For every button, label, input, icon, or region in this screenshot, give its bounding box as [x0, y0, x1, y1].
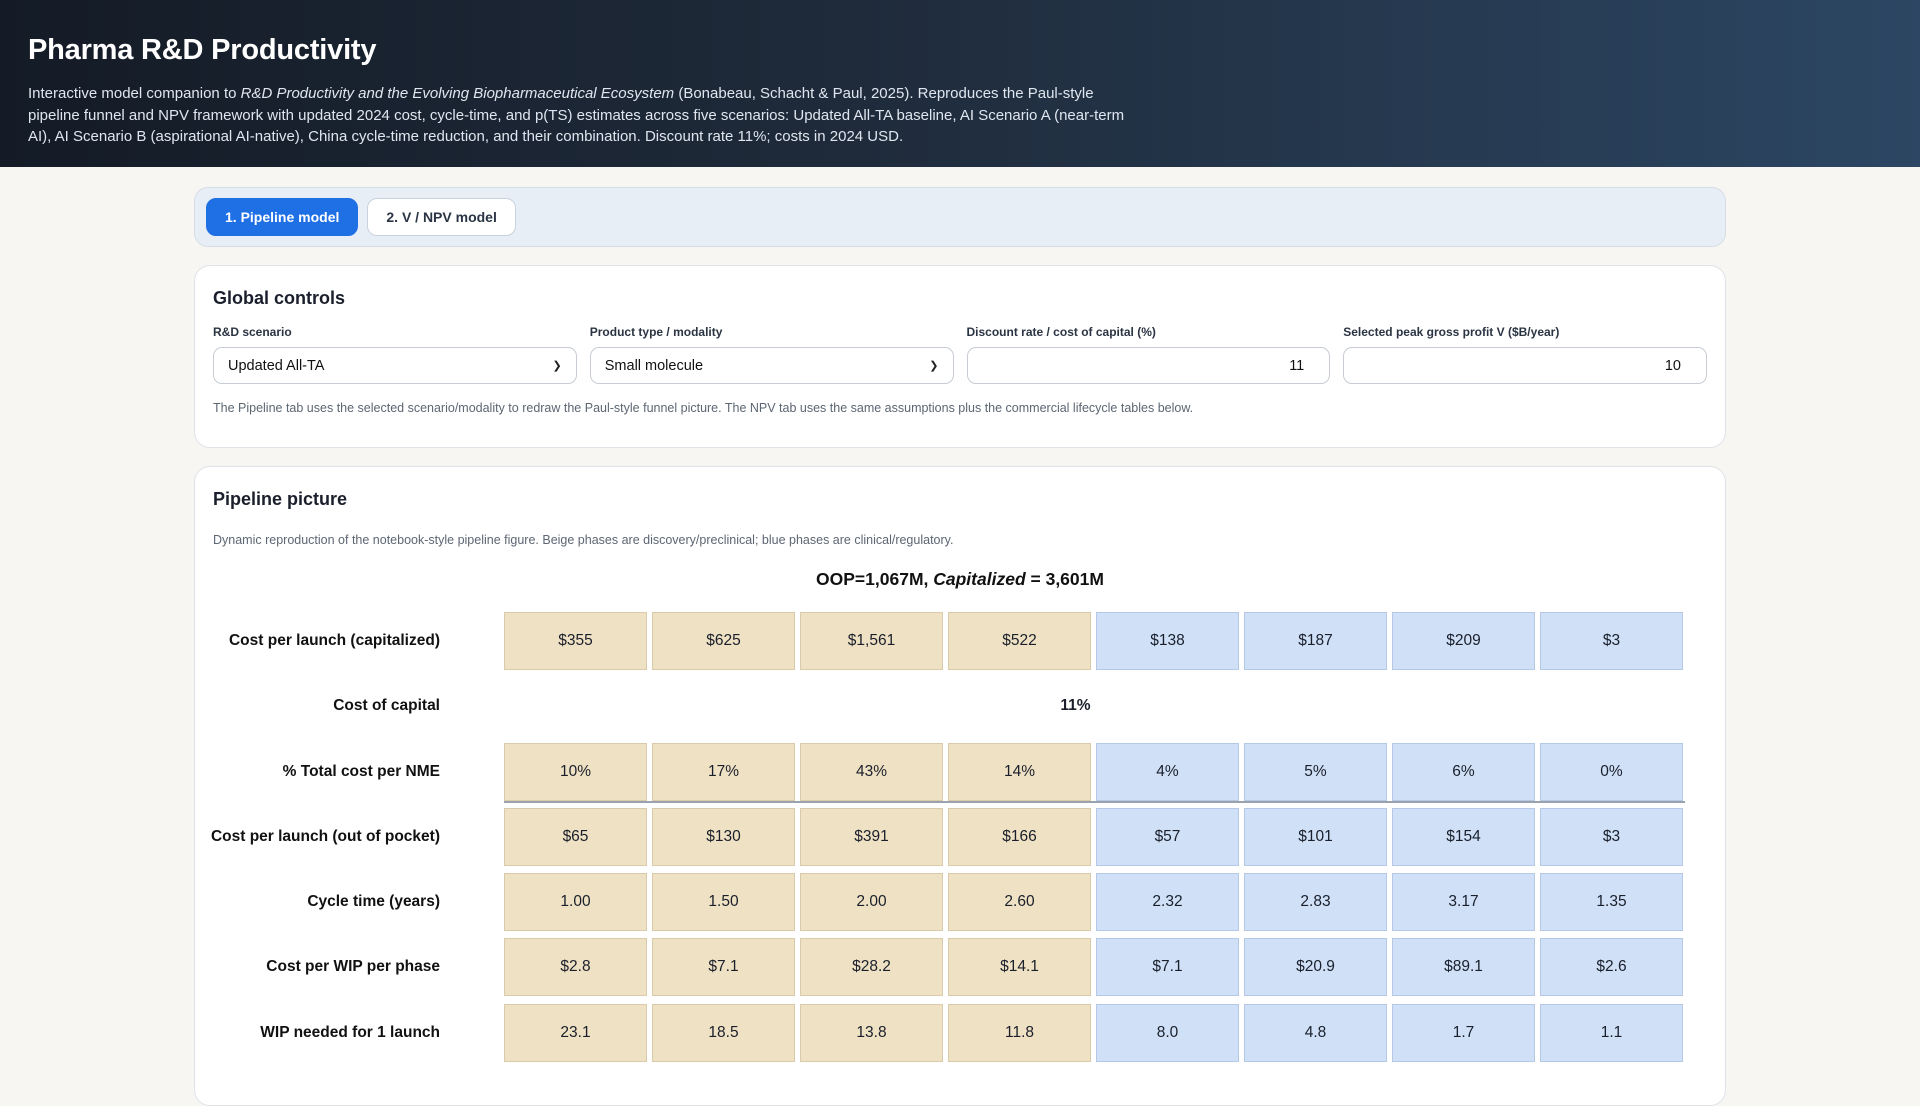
phase-cell: 6% [1392, 743, 1535, 801]
peak-profit-input[interactable]: 10 [1343, 347, 1707, 384]
phase-cell: 1.7 [1392, 1004, 1535, 1062]
modality-value: Small molecule [604, 357, 704, 374]
row-label: Cost per launch (out of pocket) [210, 828, 440, 845]
phase-cell: $7.1 [652, 938, 795, 996]
phase-cell: $57 [1096, 808, 1239, 866]
phase-cell: $20.9 [1244, 938, 1387, 996]
phase-cell: 2.83 [1244, 873, 1387, 931]
phase-cell: 0% [1540, 743, 1683, 801]
phase-cell: $130 [652, 808, 795, 866]
phase-cell: $522 [948, 612, 1091, 670]
modality-select[interactable]: Small molecule ❯ [589, 347, 954, 384]
phase-cell: 2.32 [1096, 873, 1239, 931]
capitalized-value: = 3,601M [1025, 569, 1104, 589]
row-label: % Total cost per NME [282, 763, 440, 780]
tab-pipeline-model[interactable]: 1. Pipeline model [206, 198, 359, 236]
phase-cell: 2.00 [800, 873, 943, 931]
phase-cell: $14.1 [948, 938, 1091, 996]
phase-cell: 2.60 [948, 873, 1091, 931]
phase-cell: 13.8 [800, 1004, 943, 1062]
phase-cell: 10% [504, 743, 647, 801]
phase-cell: $28.2 [800, 938, 943, 996]
phase-cell: $2.8 [504, 938, 647, 996]
tab-bar: 1. Pipeline model 2. V / NPV model [194, 187, 1726, 247]
row-label: Cost per launch (capitalized) [228, 632, 440, 649]
pipeline-row: % Total cost per NME 10% 17% 43% 14% 4% 5% 6% 0% [195, 743, 1725, 801]
phase-cell: 4.8 [1244, 1004, 1387, 1062]
cost-of-capital-row: Cost of capital 11% [195, 677, 1725, 735]
chevron-down-icon: ❯ [929, 360, 939, 372]
global-controls-title: Global controls [213, 288, 346, 308]
discount-rate-input[interactable]: 11 [966, 347, 1331, 384]
pipeline-divider [504, 801, 1685, 803]
phase-cell: 5% [1244, 743, 1387, 801]
scenario-select[interactable]: Updated All-TA ❯ [213, 347, 577, 384]
phase-cell: 17% [652, 743, 795, 801]
pipeline-picture-card: Pipeline picture Dynamic reproduction of… [194, 466, 1726, 1106]
paper-title: R&D Productivity and the Evolving Biopha… [240, 85, 675, 102]
capitalized-text: Capitalized [933, 569, 1026, 589]
chevron-down-icon: ❯ [552, 360, 562, 372]
global-controls-card: Global controls R&D scenario Updated All… [194, 265, 1726, 448]
page-title: Pharma R&D Productivity [28, 34, 377, 66]
phase-cell: $7.1 [1096, 938, 1239, 996]
page-header: Pharma R&D Productivity Interactive mode… [0, 0, 1920, 167]
description-text: Interactive model companion to [28, 85, 241, 102]
phase-cell: $209 [1392, 612, 1535, 670]
phase-cell: 1.50 [652, 873, 795, 931]
peak-profit-label: Selected peak gross profit V ($B/year) [1343, 325, 1560, 339]
phase-cell: 3.17 [1392, 873, 1535, 931]
pipeline-row: WIP needed for 1 launch 23.1 18.5 13.8 11.8 8… [195, 1004, 1725, 1062]
oop-text: OOP=1,067M, [816, 569, 934, 589]
phase-cell: $625 [652, 612, 795, 670]
phase-cell: 1.00 [504, 873, 647, 931]
phase-cell: $1,561 [800, 612, 943, 670]
phase-cell: $138 [1096, 612, 1239, 670]
modality-control: Product type / modality Small molecule ❯ [589, 325, 954, 384]
phase-cell: $154 [1392, 808, 1535, 866]
phase-cell: 1.1 [1540, 1004, 1683, 1062]
scenario-label: R&D scenario [213, 325, 292, 339]
phase-cell: 14% [948, 743, 1091, 801]
row-label: Cost of capital [333, 697, 440, 714]
phase-cell: $391 [800, 808, 943, 866]
pipeline-row: Cost per WIP per phase $2.8 $7.1 $28.2 $14.1… [195, 938, 1725, 996]
cost-of-capital-value: 11% [1060, 697, 1091, 714]
phase-cell: $2.6 [1540, 938, 1683, 996]
peak-profit-control: Selected peak gross profit V ($B/year) 1… [1343, 325, 1707, 384]
discount-control: Discount rate / cost of capital (%) 11 [966, 325, 1331, 384]
pipeline-row: Cost per launch (capitalized) $355 $625 $1,… [195, 612, 1725, 670]
oop-summary: OOP=1,067M, Capitalized = 3,601M [213, 569, 1707, 590]
row-label: Cost per WIP per phase [266, 958, 440, 975]
pipeline-subtitle: Dynamic reproduction of the notebook-sty… [213, 533, 954, 547]
scenario-value: Updated All-TA [228, 357, 325, 374]
row-label: WIP needed for 1 launch [260, 1024, 440, 1041]
tab-npv-model[interactable]: 2. V / NPV model [367, 198, 516, 236]
phase-cell: $3 [1540, 612, 1683, 670]
phase-cell: 1.35 [1540, 873, 1683, 931]
phase-cell: $3 [1540, 808, 1683, 866]
scenario-control: R&D scenario Updated All-TA ❯ [213, 325, 577, 384]
phase-cell: 18.5 [652, 1004, 795, 1062]
modality-label: Product type / modality [589, 325, 723, 339]
phase-cell: 23.1 [504, 1004, 647, 1062]
phase-cell: $166 [948, 808, 1091, 866]
row-label: Cycle time (years) [307, 893, 440, 910]
phase-cell: $101 [1244, 808, 1387, 866]
discount-label: Discount rate / cost of capital (%) [966, 325, 1156, 339]
phase-cell: $89.1 [1392, 938, 1535, 996]
phase-cell: 11.8 [948, 1004, 1091, 1062]
pipeline-title: Pipeline picture [213, 489, 348, 509]
page-description: Interactive model companion to R&D Produ… [28, 83, 1138, 148]
controls-note: The Pipeline tab uses the selected scena… [213, 401, 1194, 415]
phase-cell: $65 [504, 808, 647, 866]
phase-cell: 43% [800, 743, 943, 801]
phase-cell: $355 [504, 612, 647, 670]
pipeline-row: Cycle time (years) 1.00 1.50 2.00 2.60 2.32 2.… [195, 873, 1725, 931]
phase-cell: 8.0 [1096, 1004, 1239, 1062]
pipeline-row: Cost per launch (out of pocket) $65 $130 $3… [195, 808, 1725, 866]
phase-cell: $187 [1244, 612, 1387, 670]
phase-cell: 4% [1096, 743, 1239, 801]
